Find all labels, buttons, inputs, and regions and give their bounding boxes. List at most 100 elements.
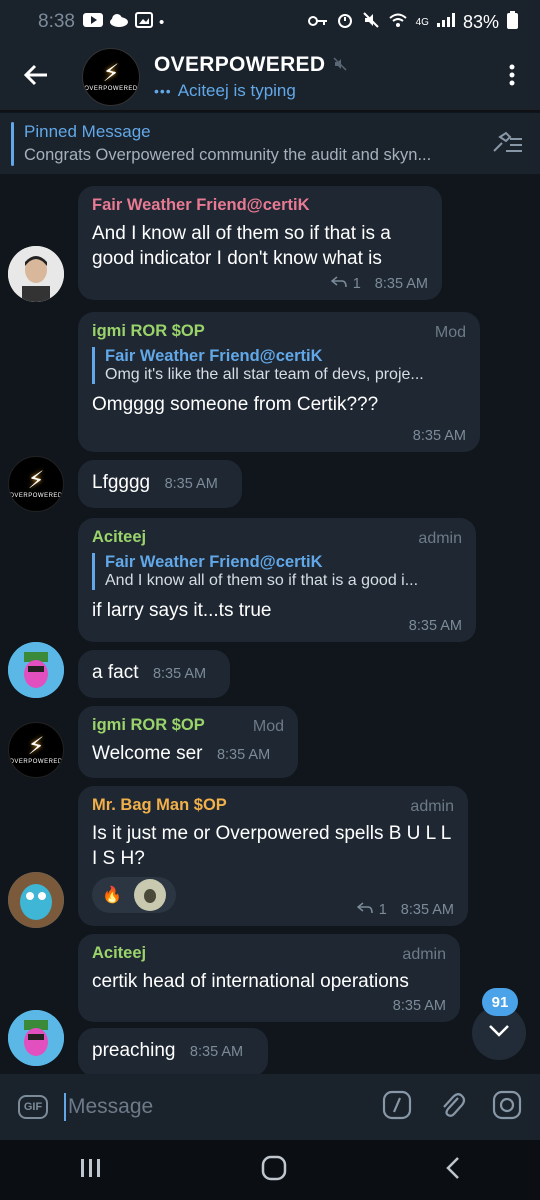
- message-input-bar: GIF Message: [0, 1074, 540, 1140]
- wifi-icon: [388, 12, 408, 32]
- message-bubble[interactable]: igmi ROR $OP Mod Welcome ser 8:35 AM: [78, 706, 298, 778]
- lightning-p-logo-icon: ⚡: [102, 60, 120, 87]
- message-bubble[interactable]: Lfgggg 8:35 AM: [78, 460, 242, 508]
- alarm-icon: [336, 11, 354, 33]
- message-time: 8:35 AM: [189, 1044, 244, 1060]
- signal-icon: [436, 13, 455, 31]
- battery-icon: [507, 11, 518, 33]
- gif-button[interactable]: GIF: [18, 1095, 48, 1119]
- avatar[interactable]: ⚡ OVERPOWERED: [8, 722, 64, 778]
- message-time: 8:35 AM: [374, 276, 428, 292]
- message-time: 8:35 AM: [152, 666, 207, 682]
- message-bubble[interactable]: Fair Weather Friend@certiK And I know al…: [78, 186, 442, 300]
- sender-name[interactable]: Fair Weather Friend@certiK: [92, 196, 428, 215]
- status-bar: 8:38 • 4G 83%: [0, 0, 540, 44]
- unread-count-badge[interactable]: 91: [482, 988, 518, 1016]
- reply-icon[interactable]: [330, 276, 347, 292]
- quoted-reply[interactable]: Fair Weather Friend@certiK And I know al…: [92, 553, 462, 590]
- avatar[interactable]: [8, 1010, 64, 1066]
- typing-dots-icon: •••: [154, 83, 172, 99]
- message-meta: 8:35 AM: [393, 998, 446, 1014]
- avatar[interactable]: [8, 246, 64, 302]
- sender-name[interactable]: Aciteej: [92, 528, 462, 547]
- pin-list-icon[interactable]: [490, 131, 524, 160]
- message-bubble[interactable]: a fact 8:35 AM: [78, 650, 230, 698]
- network-label: 4G: [415, 16, 429, 28]
- pinned-text: Congrats Overpowered community the audit…: [24, 146, 432, 164]
- message-text: And I know all of them so if that is a g…: [92, 223, 391, 269]
- message-time: 8:35 AM: [400, 902, 454, 918]
- sender-name[interactable]: Mr. Bag Man $OP: [92, 796, 454, 815]
- reaction-avatar-icon[interactable]: [134, 879, 166, 911]
- message-meta: 1 8:35 AM: [356, 902, 454, 918]
- quote-text: And I know all of them so if that is a g…: [105, 572, 419, 589]
- quote-text: Omg it's like the all star team of devs,…: [105, 366, 424, 383]
- message-time: 8:35 AM: [164, 476, 218, 492]
- system-navigation-bar: [0, 1140, 540, 1200]
- message-meta: 8:35 AM: [409, 618, 462, 634]
- sender-name[interactable]: Aciteej: [92, 944, 446, 963]
- reply-count[interactable]: 1: [379, 902, 387, 918]
- message-bubble[interactable]: Mr. Bag Man $OP admin Is it just me or O…: [78, 786, 468, 926]
- quote-sender: Fair Weather Friend@certiK: [105, 553, 323, 571]
- dot-icon: •: [158, 13, 165, 31]
- reactions-bar: 🔥: [92, 877, 176, 913]
- message-bubble[interactable]: igmi ROR $OP Mod Fair Weather Friend@cer…: [78, 312, 480, 452]
- message-text: Welcome ser: [92, 743, 203, 764]
- quoted-reply[interactable]: Fair Weather Friend@certiK Omg it's like…: [92, 347, 466, 384]
- sender-name[interactable]: igmi ROR $OP: [92, 322, 466, 341]
- message-time: 8:35 AM: [216, 747, 271, 763]
- message-text: Is it just me or Overpowered spells B U …: [92, 823, 451, 869]
- reply-count[interactable]: 1: [353, 276, 361, 292]
- battery-percent: 83%: [462, 11, 499, 32]
- pinned-message-bar[interactable]: Pinned Message Congrats Overpowered comm…: [0, 112, 540, 174]
- cloud-icon: [109, 13, 129, 31]
- attach-paperclip-icon[interactable]: [438, 1090, 466, 1125]
- avatar-wordmark: OVERPOWERED: [9, 759, 63, 765]
- lightning-p-logo-icon: ⚡: [27, 467, 45, 494]
- role-badge: admin: [402, 946, 446, 963]
- avatar[interactable]: [8, 872, 64, 928]
- group-title: OVERPOWERED: [154, 53, 326, 76]
- notification-icons: •: [82, 12, 165, 32]
- home-icon[interactable]: [261, 1155, 287, 1186]
- message-bubble[interactable]: Aciteej admin certik head of internation…: [78, 934, 460, 1022]
- chat-messages[interactable]: Fair Weather Friend@certiK And I know al…: [0, 174, 540, 1074]
- role-badge: admin: [410, 798, 454, 815]
- pinned-title: Pinned Message: [24, 122, 151, 141]
- reply-icon[interactable]: [356, 902, 373, 918]
- image-icon: [134, 12, 153, 32]
- input-actions: [382, 1090, 522, 1125]
- avatar[interactable]: ⚡ OVERPOWERED: [8, 456, 64, 512]
- system-icons: 4G 83%: [307, 11, 518, 33]
- mute-icon: [362, 11, 380, 33]
- header-info[interactable]: OVERPOWERED ••• Aciteej is typing: [154, 53, 347, 101]
- avatar-wordmark: OVERPOWERED: [9, 493, 63, 499]
- key-icon: [307, 14, 328, 31]
- more-options-button[interactable]: [484, 44, 540, 110]
- status-time: 8:38: [38, 11, 75, 32]
- message-text: Lfgggg: [92, 472, 151, 493]
- message-bubble[interactable]: preaching 8:35 AM: [78, 1028, 268, 1074]
- message-meta: 1 8:35 AM: [330, 276, 428, 292]
- message-bubble[interactable]: Aciteej admin Fair Weather Friend@certiK…: [78, 518, 476, 642]
- youtube-icon: [82, 13, 103, 31]
- message-input[interactable]: Message: [68, 1095, 328, 1119]
- role-badge: Mod: [252, 718, 284, 735]
- recent-apps-icon[interactable]: [79, 1157, 103, 1184]
- message-text: a fact: [92, 662, 139, 683]
- avatar[interactable]: [8, 642, 64, 698]
- fire-reaction[interactable]: 🔥: [96, 879, 128, 911]
- role-badge: Mod: [434, 324, 466, 341]
- back-button[interactable]: [0, 44, 72, 110]
- avatar-wordmark: OVERPOWERED: [84, 86, 138, 92]
- message-time: 8:35 AM: [412, 428, 466, 444]
- message-text: Omgggg someone from Certik???: [92, 394, 379, 415]
- bot-commands-icon[interactable]: [382, 1090, 412, 1125]
- role-badge: admin: [418, 530, 462, 547]
- message-meta: 8:35 AM: [413, 428, 466, 444]
- back-nav-icon[interactable]: [445, 1156, 461, 1185]
- camera-record-icon[interactable]: [492, 1090, 522, 1125]
- group-avatar[interactable]: ⚡ OVERPOWERED: [82, 48, 140, 106]
- text-cursor: [64, 1093, 66, 1121]
